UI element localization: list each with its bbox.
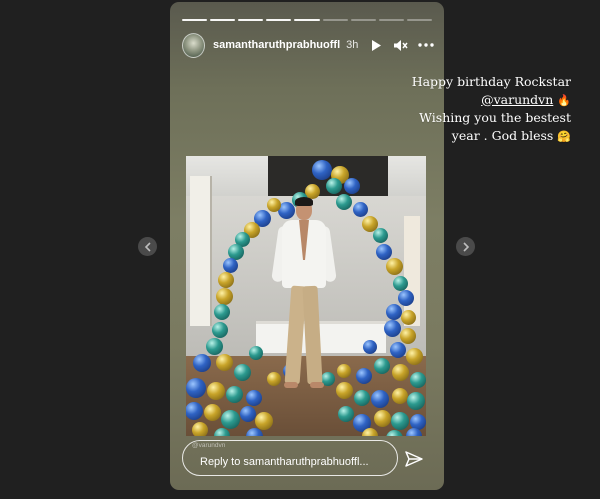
balloon [326, 178, 342, 194]
balloon [371, 390, 389, 408]
balloon [246, 390, 262, 406]
progress-segment [238, 19, 264, 21]
balloon [335, 382, 353, 399]
caption-line-3: Wishing you the bestest [419, 110, 571, 125]
balloon [218, 272, 234, 288]
balloon [338, 406, 354, 422]
balloon [203, 404, 221, 421]
more-options-button[interactable] [418, 37, 434, 53]
chevron-left-icon [144, 241, 151, 252]
story-header: samantharuthprabhuoffl 3h [182, 32, 434, 58]
progress-segment [182, 19, 208, 21]
balloon [383, 320, 401, 337]
tagged-user-label: @varundvn [192, 442, 226, 449]
balloon [390, 342, 406, 358]
balloon [207, 382, 225, 400]
balloon [398, 290, 414, 306]
more-dots-icon [418, 43, 434, 47]
hug-emoji: 🤗 [557, 129, 571, 143]
balloon [405, 348, 423, 365]
balloon [385, 258, 403, 275]
balloon [312, 160, 332, 180]
balloon [240, 406, 256, 422]
mention-link[interactable]: @varundvn [481, 92, 553, 107]
timestamp: 3h [346, 39, 359, 51]
fire-emoji: 🔥 [557, 93, 571, 107]
story-photo [186, 156, 426, 436]
progress-segment [322, 19, 348, 21]
play-icon [371, 39, 381, 51]
balloon [255, 412, 273, 430]
balloon [391, 364, 409, 381]
balloon [249, 346, 263, 360]
balloon [215, 288, 233, 305]
avatar[interactable] [182, 32, 206, 58]
previous-story-button[interactable] [138, 237, 157, 256]
story-progress-bar [182, 19, 432, 21]
balloon [344, 178, 360, 194]
balloon [400, 310, 416, 325]
balloon [225, 386, 243, 403]
balloon [222, 258, 238, 273]
balloon [220, 410, 240, 429]
caption-line-4: year . God bless [451, 127, 554, 143]
send-icon [405, 451, 423, 467]
balloon [356, 368, 372, 384]
balloon [212, 322, 228, 338]
balloon [363, 340, 377, 354]
balloon [205, 338, 223, 355]
balloon [192, 422, 208, 436]
balloon [245, 428, 263, 436]
balloon [374, 358, 390, 374]
progress-segment [406, 19, 432, 21]
next-story-button[interactable] [456, 237, 475, 256]
balloon [336, 194, 352, 210]
balloon [392, 388, 408, 404]
balloon [337, 364, 351, 378]
balloon [392, 276, 408, 291]
balloon [354, 390, 370, 406]
balloon [410, 372, 426, 388]
progress-segment [294, 19, 320, 21]
reply-placeholder: Reply to samantharuthprabhuoffl... [200, 456, 369, 468]
balloon [373, 410, 391, 427]
balloon [407, 392, 425, 410]
person [271, 196, 337, 396]
send-button[interactable] [403, 448, 425, 470]
progress-segment [350, 19, 376, 21]
mute-button[interactable] [393, 37, 408, 53]
balloon [372, 228, 388, 243]
progress-segment [210, 19, 236, 21]
balloon [193, 354, 211, 372]
username[interactable]: samantharuthprabhuoffl [213, 39, 340, 51]
progress-segment [378, 19, 404, 21]
muted-speaker-icon [394, 39, 408, 51]
play-button[interactable] [368, 37, 383, 53]
caption-line-1: Happy birthday Rockstar [411, 74, 571, 89]
balloon [186, 378, 206, 398]
balloon [376, 244, 392, 260]
balloon [215, 354, 233, 371]
balloon [233, 364, 251, 381]
balloon [386, 304, 402, 320]
balloon [400, 328, 416, 344]
story-caption: Happy birthday Rockstar @varundvn 🔥 Wish… [412, 73, 571, 145]
balloon [214, 304, 230, 320]
chevron-right-icon [462, 241, 469, 252]
balloon [352, 202, 368, 217]
balloon [391, 412, 409, 430]
progress-segment [266, 19, 292, 21]
